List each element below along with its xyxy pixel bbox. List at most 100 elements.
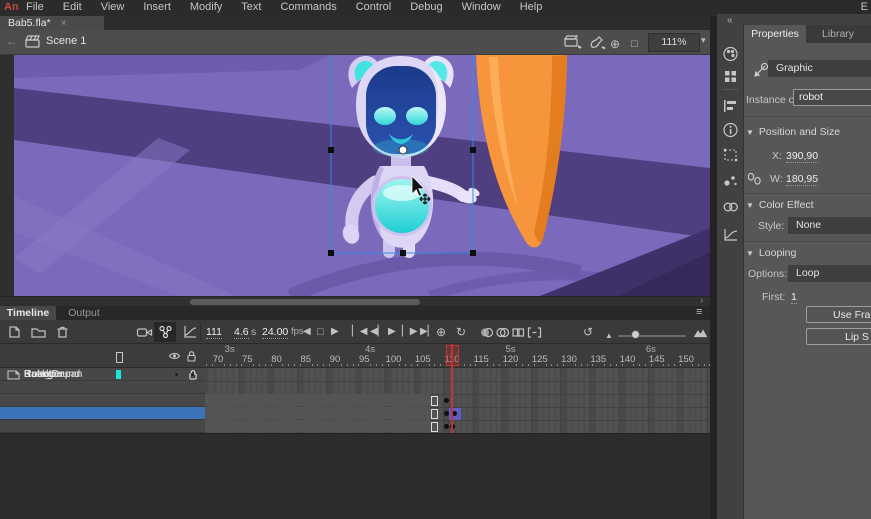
animate-logo[interactable]: An — [4, 1, 19, 13]
menu-item-commands[interactable]: Commands — [280, 1, 336, 13]
lock-icon[interactable] — [186, 350, 197, 362]
onion-skin-button[interactable] — [478, 324, 495, 340]
delete-layer-button[interactable] — [54, 324, 71, 340]
new-layer-button[interactable] — [6, 324, 23, 340]
end-frame-marker[interactable] — [431, 409, 438, 419]
menu-item-file[interactable]: File — [26, 1, 44, 13]
step-back-button[interactable]: ◀▏ — [370, 325, 385, 339]
play-button[interactable]: ▶ — [388, 325, 396, 339]
section-color-effect[interactable]: ▼Color Effect — [746, 199, 814, 211]
layer-outline-color[interactable] — [116, 370, 121, 379]
playhead-line[interactable] — [451, 344, 453, 433]
menu-item-debug[interactable]: Debug — [410, 1, 442, 13]
style-dropdown[interactable]: None — [788, 217, 871, 234]
new-folder-button[interactable] — [30, 324, 47, 340]
go-to-last-frame-button[interactable]: ▶▏ — [420, 325, 435, 339]
zoom-chevron-icon[interactable]: ▾ — [701, 35, 706, 46]
keyframe-dot[interactable] — [444, 398, 449, 403]
center-frame-button[interactable]: ⊕ — [436, 325, 446, 339]
menu-item-window[interactable]: Window — [462, 1, 501, 13]
keyframe-dot[interactable] — [444, 411, 449, 416]
zoom-in-frames-icon[interactable] — [692, 324, 709, 340]
menu-item-control[interactable]: Control — [356, 1, 391, 13]
panel-menu-icon[interactable]: ≡ — [696, 306, 702, 318]
tab-timeline[interactable]: Timeline — [0, 306, 56, 320]
loop-prev-icon[interactable]: ◀ — [303, 325, 311, 339]
frame-span[interactable] — [205, 420, 430, 432]
menu-item-edit[interactable]: Edit — [63, 1, 82, 13]
step-forward-button[interactable]: ▏▶ — [402, 325, 417, 339]
tab-library[interactable]: Library — [812, 25, 864, 43]
back-arrow-icon[interactable]: ← — [6, 34, 18, 48]
layer-row-background[interactable]: Background — [0, 420, 205, 433]
section-looping[interactable]: ▼Looping — [746, 247, 796, 259]
modify-markers-button[interactable] — [526, 324, 543, 340]
frames-area[interactable]: 7075808590951001051101151201251301351401… — [205, 344, 710, 433]
scene-name[interactable]: Scene 1 — [46, 35, 86, 47]
loop-options-dropdown[interactable]: Loop — [788, 265, 871, 282]
menu-item-text[interactable]: Text — [241, 1, 261, 13]
timeline-zoom-slider[interactable] — [618, 335, 686, 337]
edit-multiple-frames-button[interactable] — [510, 324, 527, 340]
swatches-panel-icon[interactable] — [721, 67, 740, 85]
align-panel-icon[interactable] — [721, 97, 740, 115]
reset-timeline-zoom-button[interactable]: ↺ — [583, 325, 593, 339]
menu-item-insert[interactable]: Insert — [143, 1, 171, 13]
outline-column-icon[interactable] — [116, 352, 123, 363]
menu-item-help[interactable]: Help — [520, 1, 543, 13]
keyframe-dot[interactable] — [444, 424, 449, 429]
timeline-zoom-handle[interactable] — [631, 330, 640, 339]
eye-icon[interactable] — [168, 351, 181, 361]
w-value[interactable]: 180,95 — [786, 173, 818, 186]
tab-output[interactable]: Output — [60, 306, 108, 320]
loop-next-icon[interactable]: ▶ — [331, 325, 339, 339]
tab-properties[interactable]: Properties — [744, 25, 806, 43]
motion-editor-icon[interactable] — [721, 226, 740, 244]
menu-item-modify[interactable]: Modify — [190, 1, 222, 13]
edit-symbols-icon[interactable] — [588, 34, 606, 50]
particles-panel-icon[interactable] — [721, 171, 740, 189]
first-frame-value[interactable]: 1 — [791, 291, 797, 304]
layer-visibility-dot[interactable] — [175, 373, 178, 376]
link-width-height-icon[interactable] — [747, 171, 762, 186]
frame-ruler[interactable]: 7075808590951001051101151201251301351401… — [205, 344, 710, 368]
clip-content-icon[interactable]: □ — [631, 37, 638, 51]
use-frame-picker-button[interactable]: Use Fra — [806, 306, 871, 323]
info-panel-icon[interactable] — [721, 121, 740, 139]
layer-row-robot[interactable]: Robot — [0, 381, 205, 394]
instance-name-field[interactable]: robot — [793, 89, 871, 106]
panel-divider[interactable] — [710, 16, 717, 519]
x-value[interactable]: 390,90 — [786, 150, 818, 163]
go-to-first-frame-button[interactable]: ▏◀ — [352, 325, 367, 339]
close-icon[interactable]: × — [61, 18, 67, 29]
loop-frame-icon[interactable]: □ — [317, 325, 324, 339]
stage-canvas[interactable] — [0, 55, 710, 296]
current-frame-value[interactable]: 111 — [206, 326, 222, 339]
frame-span[interactable] — [205, 407, 430, 419]
section-position-size[interactable]: ▼Position and Size — [746, 126, 840, 138]
transform-center-handle[interactable] — [399, 146, 407, 154]
stage-zoom-input[interactable]: 111% — [648, 33, 700, 52]
elapsed-time-value[interactable]: 4.6 — [234, 326, 249, 339]
layer-lock-dot[interactable] — [191, 373, 194, 376]
show-parenting-button[interactable] — [154, 322, 176, 342]
transform-panel-icon[interactable] — [721, 146, 740, 164]
onion-skin-outlines-button[interactable] — [494, 324, 511, 340]
frames-grid[interactable] — [205, 368, 710, 433]
workspace-button-truncated[interactable]: E — [861, 1, 868, 13]
section-triangle-icon[interactable]: ▼ — [746, 128, 754, 137]
frame-span[interactable] — [205, 394, 430, 406]
layer-row-batu_depan[interactable]: Batu_Depan — [0, 394, 205, 407]
hscroll-right-arrow-icon[interactable]: › — [700, 295, 703, 306]
hscrollbar-thumb[interactable] — [190, 299, 420, 305]
layer-row-karakter[interactable]: Karakter — [0, 407, 205, 420]
center-stage-icon[interactable]: ⊕ — [610, 37, 620, 51]
end-frame-marker[interactable] — [431, 422, 438, 432]
menu-item-view[interactable]: View — [101, 1, 125, 13]
section-triangle-icon[interactable]: ▼ — [746, 201, 754, 210]
document-tab[interactable]: Bab5.fla* × — [0, 16, 104, 30]
advanced-layers-graph-button[interactable] — [182, 324, 199, 340]
lip-syncing-button[interactable]: Lip S — [806, 328, 871, 345]
color-panel-icon[interactable] — [721, 45, 740, 63]
stage-hscrollbar[interactable]: › — [0, 296, 710, 306]
